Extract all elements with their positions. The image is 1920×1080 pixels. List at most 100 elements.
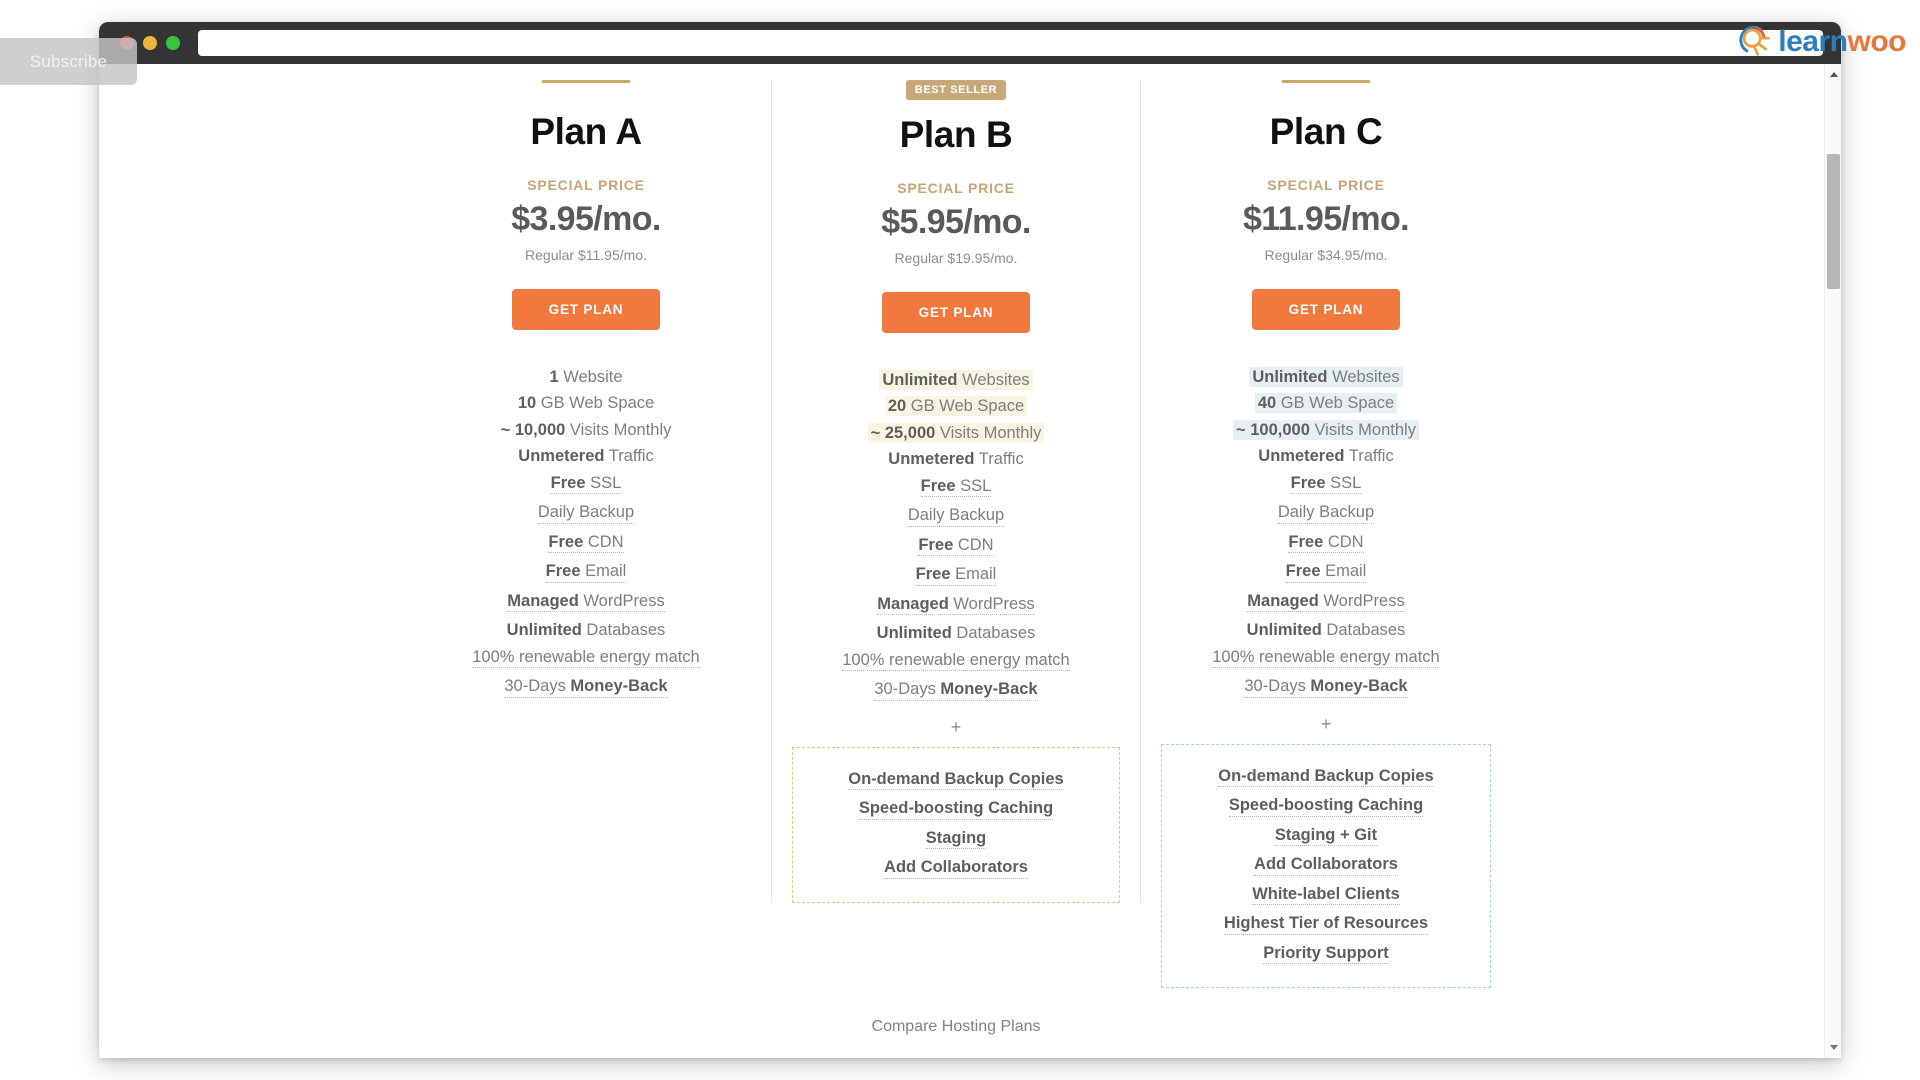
scroll-up-arrow-icon[interactable] — [1825, 66, 1841, 83]
feature-item: 40 GB Web Space — [1157, 390, 1495, 417]
feature-tooltip-text[interactable]: Free SSL — [1290, 475, 1362, 495]
bonus-tooltip-text[interactable]: White-label Clients — [1252, 886, 1400, 906]
feature-item: Free Email — [417, 558, 755, 588]
plan-card-plan-a: Plan A SPECIAL PRICE $3.95/mo. Regular $11.… — [401, 80, 771, 703]
feature-tooltip-text[interactable]: Daily Backup — [907, 507, 1005, 527]
browser-window: Plan A SPECIAL PRICE $3.95/mo. Regular $11.… — [99, 22, 1841, 1058]
feature-tooltip-text[interactable]: 100% renewable energy match — [472, 649, 700, 669]
subscribe-overlay-button[interactable]: Subscribe — [0, 38, 137, 85]
bonus-tooltip-text[interactable]: On-demand Backup Copies — [848, 771, 1064, 791]
logo-wordmark: learnwoo — [1778, 27, 1906, 57]
feature-tooltip-text[interactable]: 30-Days Money-Back — [874, 681, 1038, 701]
feature-tooltip-text[interactable]: 100% renewable energy match — [1212, 649, 1440, 669]
plan-regular-price: Regular $19.95/mo. — [894, 249, 1018, 266]
bonus-feature-item: Speed-boosting Caching — [805, 795, 1107, 825]
bonus-feature-item: Speed-boosting Caching — [1174, 792, 1478, 822]
feature-tooltip-text[interactable]: Managed WordPress — [1247, 593, 1405, 613]
feature-tooltip-text[interactable]: Free Email — [1285, 563, 1367, 583]
feature-tooltip-text[interactable]: Free Email — [915, 566, 997, 586]
get-plan-button[interactable]: GET PLAN — [882, 291, 1030, 333]
feature-item: ~ 100,000 Visits Monthly — [1157, 417, 1495, 444]
plan-accent-rule — [1282, 80, 1370, 83]
bonus-features-box: On-demand Backup Copies Speed-boosting Ca… — [1161, 743, 1491, 989]
feature-item: 30-Days Money-Back — [1157, 673, 1495, 703]
feature-tooltip-text[interactable]: Managed WordPress — [877, 596, 1035, 616]
scrollbar-thumb[interactable] — [1827, 154, 1840, 289]
plan-regular-price: Regular $11.95/mo. — [525, 246, 647, 263]
feature-tooltip-text[interactable]: Free CDN — [1288, 534, 1364, 554]
maximize-window-button[interactable] — [166, 36, 180, 50]
feature-item: Unlimited Websites — [1157, 364, 1495, 391]
scroll-down-arrow-icon[interactable] — [1825, 1039, 1841, 1056]
bonus-tooltip-text[interactable]: Staging + Git — [1274, 827, 1378, 847]
plan-regular-price: Regular $34.95/mo. — [1264, 246, 1388, 263]
minimize-window-button[interactable] — [143, 36, 157, 50]
feature-item: ~ 25,000 Visits Monthly — [788, 420, 1124, 447]
feature-text: 1 Website — [549, 367, 623, 386]
bonus-tooltip-text[interactable]: Speed-boosting Caching — [858, 800, 1054, 820]
best-seller-badge: BEST SELLER — [905, 80, 1007, 100]
feature-tooltip-text[interactable]: 30-Days Money-Back — [504, 678, 668, 698]
feature-tooltip-text[interactable]: 30-Days Money-Back — [1244, 678, 1408, 698]
feature-text: Unlimited Websites — [1252, 367, 1400, 386]
bonus-tooltip-text[interactable]: Highest Tier of Resources — [1223, 915, 1429, 935]
learnwoo-logo: learnwoo — [1736, 20, 1906, 64]
feature-tooltip-text[interactable]: Daily Backup — [537, 504, 635, 524]
bonus-feature-item: Add Collaborators — [805, 854, 1107, 884]
feature-tooltip-text[interactable]: Daily Backup — [1277, 504, 1375, 524]
bonus-tooltip-text[interactable]: Priority Support — [1263, 945, 1389, 965]
feature-tooltip-text[interactable]: Free CDN — [548, 534, 624, 554]
feature-tooltip-text[interactable]: Managed WordPress — [507, 593, 665, 613]
bonus-feature-item: On-demand Backup Copies — [1174, 763, 1478, 793]
bonus-tooltip-text[interactable]: Staging — [925, 830, 987, 850]
feature-text: ~ 100,000 Visits Monthly — [1236, 420, 1416, 439]
feature-item: Unmetered Traffic — [417, 443, 755, 470]
plan-accent-rule — [542, 80, 630, 83]
special-price-label: SPECIAL PRICE — [897, 179, 1015, 196]
bonus-tooltip-text[interactable]: On-demand Backup Copies — [1218, 768, 1434, 788]
logo-woo-text: woo — [1847, 25, 1907, 58]
feature-text: ~ 10,000 Visits Monthly — [500, 420, 672, 439]
feature-text: ~ 25,000 Visits Monthly — [870, 423, 1042, 442]
get-plan-button[interactable]: GET PLAN — [1252, 288, 1400, 330]
feature-item: Free SSL — [417, 470, 755, 500]
plan-title: Plan B — [899, 114, 1013, 155]
bonus-feature-item: White-label Clients — [1174, 881, 1478, 911]
bonus-feature-item: Priority Support — [1174, 940, 1478, 970]
feature-item: Free SSL — [1157, 470, 1495, 500]
feature-item: 20 GB Web Space — [788, 393, 1124, 420]
feature-text: Unmetered Traffic — [888, 450, 1024, 469]
plan-card-plan-b: BEST SELLER Plan B SPECIAL PRICE $5.95/mo. R… — [771, 80, 1141, 903]
feature-tooltip-text[interactable]: Free Email — [545, 563, 627, 583]
compare-hosting-plans-link[interactable]: Compare Hosting Plans — [99, 1018, 1813, 1058]
feature-tooltip-text[interactable]: Free SSL — [550, 475, 622, 495]
get-plan-button[interactable]: GET PLAN — [512, 288, 660, 330]
vertical-scrollbar[interactable] — [1824, 64, 1841, 1058]
sun-search-icon — [1736, 22, 1772, 63]
feature-tooltip-text[interactable]: Free CDN — [918, 537, 994, 557]
plan-price: $5.95/mo. — [881, 202, 1031, 241]
bonus-tooltip-text[interactable]: Speed-boosting Caching — [1228, 797, 1424, 817]
feature-tooltip-text[interactable]: Free SSL — [920, 478, 992, 498]
feature-item: Daily Backup — [417, 499, 755, 529]
browser-titlebar — [99, 22, 1841, 64]
feature-item: Unlimited Databases — [417, 617, 755, 644]
feature-text: 40 GB Web Space — [1257, 394, 1395, 413]
plan-feature-list: 1 Website 10 GB Web Space ~ 10,000 Visits … — [417, 364, 755, 703]
feature-item: Free Email — [788, 561, 1124, 591]
screen: Plan A SPECIAL PRICE $3.95/mo. Regular $11.… — [0, 0, 1920, 1080]
plan-price: $3.95/mo. — [511, 199, 661, 238]
bonus-tooltip-text[interactable]: Add Collaborators — [884, 859, 1028, 879]
feature-text: Unmetered Traffic — [518, 447, 654, 466]
feature-item: 100% renewable energy match — [1157, 644, 1495, 674]
plan-feature-list: Unlimited Websites 20 GB Web Space ~ 25,00… — [788, 367, 1124, 706]
plan-feature-list: Unlimited Websites 40 GB Web Space ~ 100,0… — [1157, 364, 1495, 703]
address-bar-input[interactable] — [198, 30, 1823, 56]
bonus-tooltip-text[interactable]: Add Collaborators — [1254, 856, 1398, 876]
special-price-label: SPECIAL PRICE — [527, 176, 645, 193]
bonus-feature-item: Highest Tier of Resources — [1174, 910, 1478, 940]
feature-tooltip-text[interactable]: 100% renewable energy match — [842, 652, 1070, 672]
feature-item: 100% renewable energy match — [417, 644, 755, 674]
page-viewport: Plan A SPECIAL PRICE $3.95/mo. Regular $11.… — [99, 64, 1841, 1058]
feature-item: Free CDN — [1157, 529, 1495, 559]
